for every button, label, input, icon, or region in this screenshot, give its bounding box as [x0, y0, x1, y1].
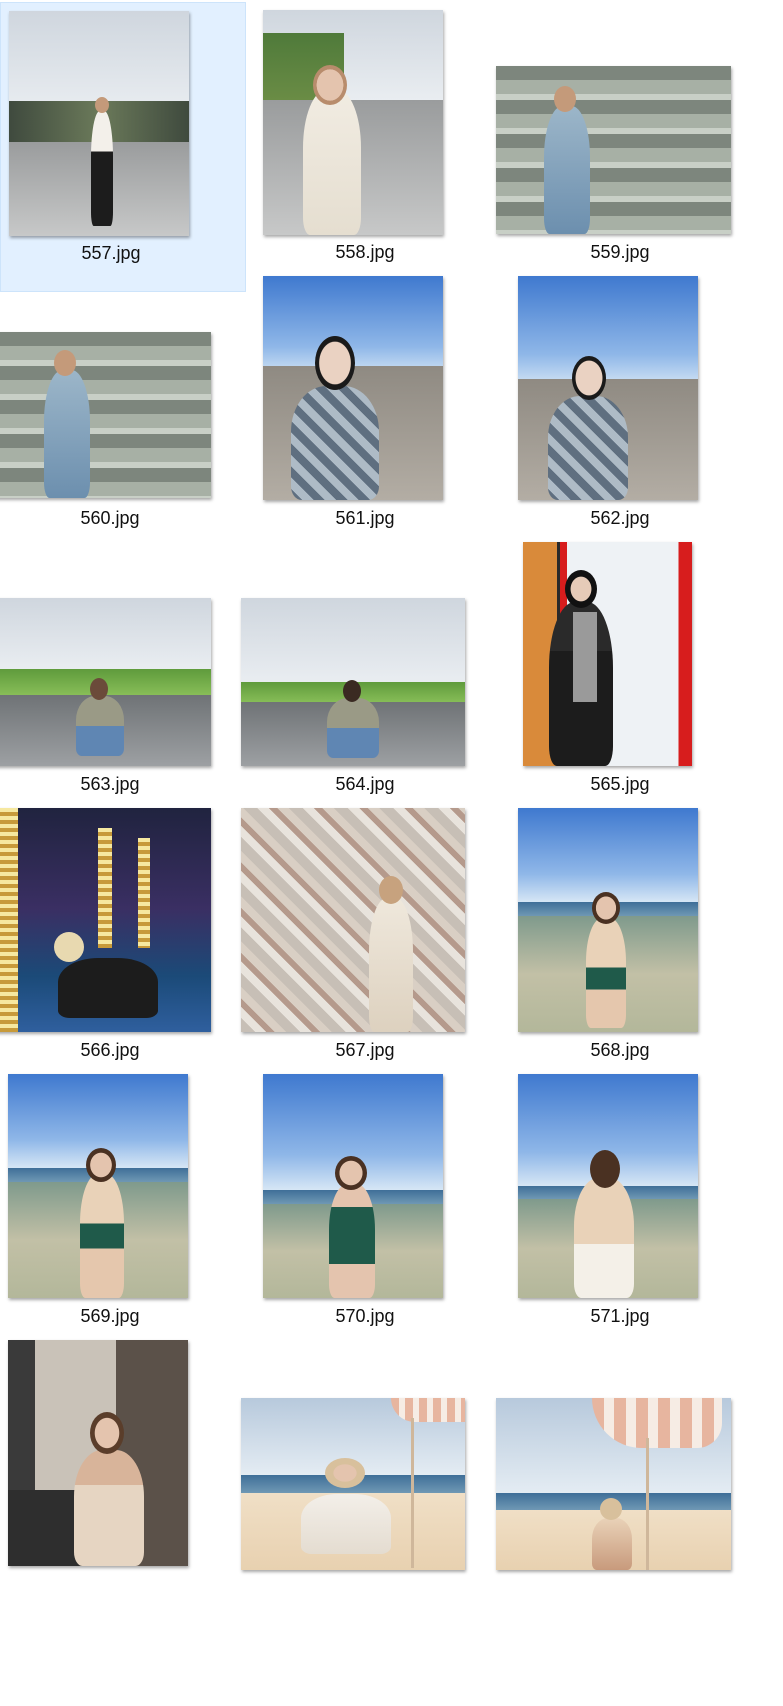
- file-name-label: 570.jpg: [335, 1306, 395, 1326]
- file-name-label: 569.jpg: [80, 1306, 140, 1326]
- file-name-label: 562.jpg: [590, 508, 650, 528]
- thumbnail-image: [523, 542, 692, 766]
- thumbnail-image: [263, 276, 443, 500]
- file-item-567[interactable]: 567.jpg: [241, 802, 501, 1092]
- file-item-572[interactable]: [0, 1334, 246, 1624]
- file-item-559[interactable]: 559.jpg: [496, 2, 756, 292]
- thumbnail-image: [263, 1074, 443, 1298]
- file-item-573[interactable]: [241, 1334, 501, 1624]
- file-thumbnail-grid: 557.jpg 558.jpg 559.jpg 560.jpg 561.jpg …: [0, 0, 783, 1706]
- thumbnail-image: [8, 1340, 188, 1566]
- thumbnail-image: [8, 1074, 188, 1298]
- file-item-560[interactable]: 560.jpg: [0, 270, 246, 560]
- thumbnail-image: [0, 332, 211, 498]
- file-name-label: 571.jpg: [590, 1306, 650, 1326]
- thumbnail-image: [496, 1398, 731, 1570]
- thumbnail-image: [518, 1074, 698, 1298]
- file-item-563[interactable]: 563.jpg: [0, 536, 246, 826]
- thumbnail-image: [241, 598, 465, 766]
- file-name-label: 560.jpg: [80, 508, 140, 528]
- thumbnail-image: [518, 276, 698, 500]
- file-item-565[interactable]: 565.jpg: [510, 536, 756, 826]
- thumbnail-image: [518, 808, 698, 1032]
- file-name-label: 561.jpg: [335, 508, 395, 528]
- file-item-557[interactable]: 557.jpg: [0, 2, 246, 292]
- thumbnail-image: [263, 10, 443, 235]
- thumbnail-image: [241, 1398, 465, 1570]
- file-item-570[interactable]: 570.jpg: [255, 1068, 501, 1358]
- thumbnail-image: [496, 66, 731, 234]
- file-item-561[interactable]: 561.jpg: [255, 270, 501, 560]
- file-item-568[interactable]: 568.jpg: [510, 802, 756, 1092]
- file-item-571[interactable]: 571.jpg: [510, 1068, 756, 1358]
- file-name-label: 568.jpg: [590, 1040, 650, 1060]
- file-name-label: 564.jpg: [335, 774, 395, 794]
- thumbnail-image: [241, 808, 465, 1032]
- file-item-564[interactable]: 564.jpg: [241, 536, 501, 826]
- file-item-558[interactable]: 558.jpg: [255, 2, 501, 292]
- file-name-label: 566.jpg: [80, 1040, 140, 1060]
- thumbnail-image: [0, 598, 211, 766]
- file-item-562[interactable]: 562.jpg: [510, 270, 756, 560]
- file-name-label: 565.jpg: [590, 774, 650, 794]
- thumbnail-image: [9, 11, 189, 236]
- file-item-569[interactable]: 569.jpg: [0, 1068, 246, 1358]
- file-name-label: 567.jpg: [335, 1040, 395, 1060]
- file-item-574[interactable]: [496, 1334, 756, 1624]
- file-name-label: 559.jpg: [590, 242, 650, 262]
- file-item-566[interactable]: 566.jpg: [0, 802, 246, 1092]
- file-name-label: 558.jpg: [335, 242, 395, 262]
- thumbnail-image: [0, 808, 211, 1032]
- file-name-label: 563.jpg: [80, 774, 140, 794]
- file-name-label: 557.jpg: [81, 243, 141, 263]
